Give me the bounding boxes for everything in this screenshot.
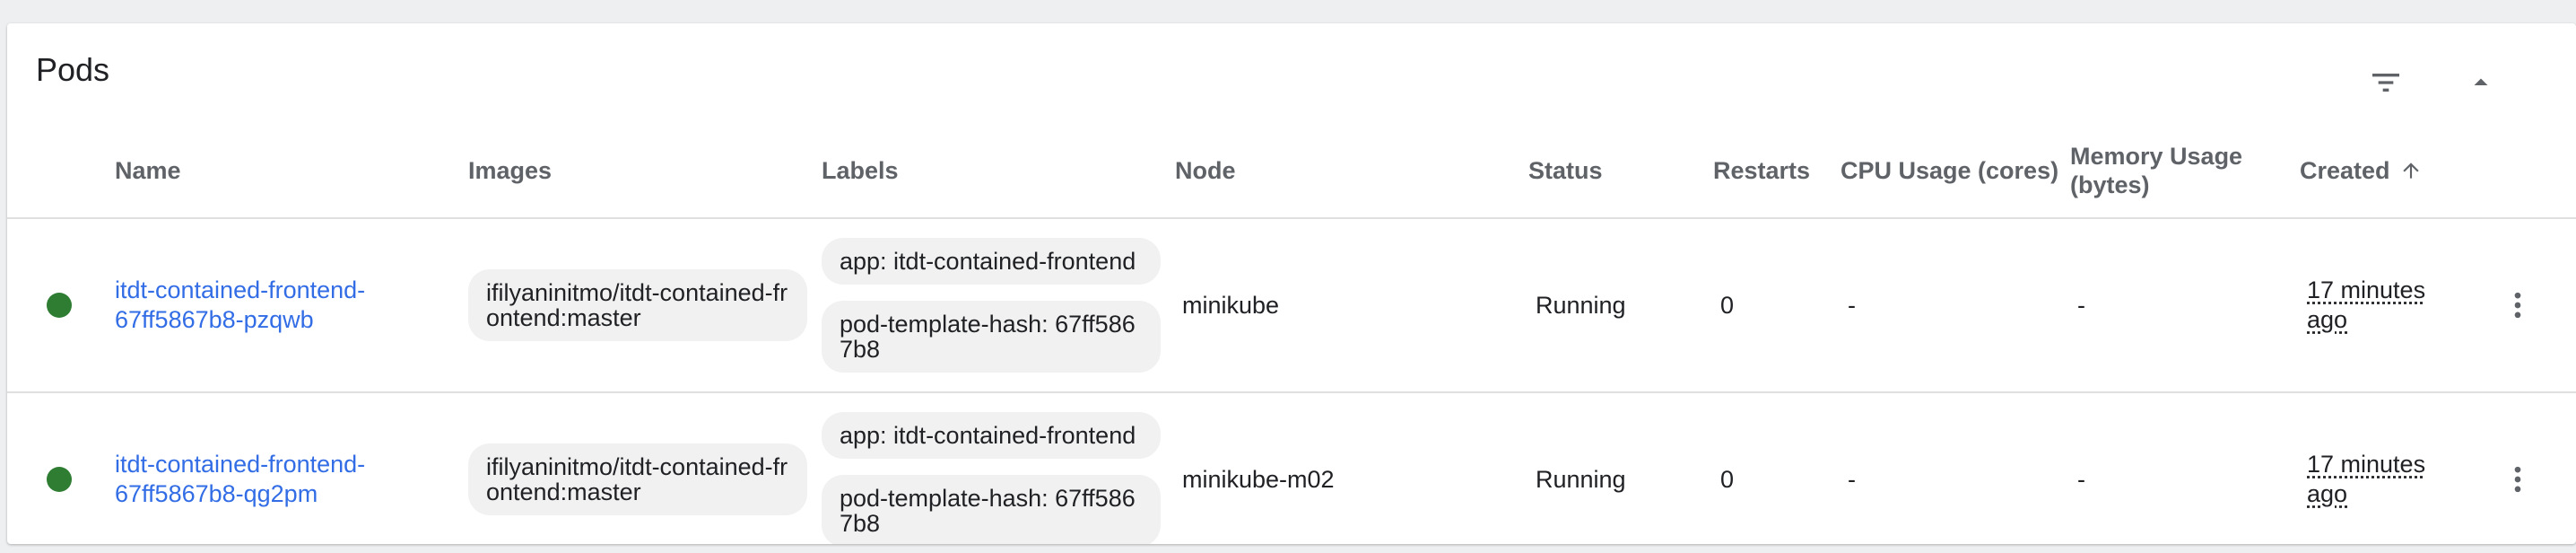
column-header-created[interactable]: Created	[2300, 122, 2423, 219]
column-header-cpu[interactable]: CPU Usage (cores)	[1841, 122, 2058, 219]
column-header-restarts[interactable]: Restarts	[1713, 122, 1810, 219]
status-cell	[47, 219, 72, 391]
column-header-created-label: Created	[2300, 157, 2390, 184]
labels-cell: app: itdt-contained-frontend pod-templat…	[822, 393, 1161, 544]
label-chip: pod-template-hash: 67ff5867b8	[822, 475, 1161, 544]
created-time: 17 minutes ago	[2307, 451, 2426, 507]
status-dot-icon	[47, 467, 72, 492]
filter-button[interactable]	[2359, 56, 2413, 110]
row-actions-button[interactable]	[2495, 452, 2540, 506]
column-header-memory[interactable]: Memory Usage (bytes)	[2070, 122, 2267, 219]
row-actions-button[interactable]	[2495, 278, 2540, 332]
column-header-name[interactable]: Name	[115, 122, 181, 219]
card-header: Pods	[7, 23, 2576, 122]
status-text: Running	[1536, 466, 1626, 493]
labels-cell: app: itdt-contained-frontend pod-templat…	[822, 219, 1161, 391]
cpu-cell: -	[1848, 466, 1856, 493]
status-cell	[47, 393, 72, 544]
images-cell: ifilyaninitmo/itdt-contained-frontend:ma…	[468, 219, 807, 391]
column-header-status[interactable]: Status	[1528, 122, 1603, 219]
pods-card: Pods Name Images Labels Node Status Rest…	[7, 23, 2576, 544]
caret-up-icon	[2474, 78, 2488, 85]
created-time: 17 minutes ago	[2307, 276, 2426, 333]
more-vert-icon	[2514, 292, 2521, 319]
row-menu-cell	[2495, 393, 2540, 544]
node-cell: minikube	[1182, 292, 1280, 319]
column-header-images[interactable]: Images	[468, 122, 552, 219]
memory-cell: -	[2077, 466, 2085, 493]
filter-icon	[2372, 74, 2399, 92]
restarts-cell: 0	[1720, 466, 1735, 493]
label-chip: pod-template-hash: 67ff5867b8	[822, 301, 1161, 373]
label-chip: app: itdt-contained-frontend	[822, 238, 1161, 285]
status-text: Running	[1536, 292, 1626, 319]
name-cell: itdt-contained-frontend-67ff5867b8-pzqwb	[115, 219, 420, 391]
status-dot-icon	[47, 293, 72, 318]
table-row[interactable]: itdt-contained-frontend-67ff5867b8-pzqwb…	[7, 219, 2576, 393]
arrow-up-icon	[2399, 159, 2423, 182]
cpu-cell: -	[1848, 292, 1856, 319]
row-menu-cell	[2495, 219, 2540, 391]
images-cell: ifilyaninitmo/itdt-contained-frontend:ma…	[468, 393, 807, 544]
restarts-cell: 0	[1720, 292, 1735, 319]
table-row[interactable]: itdt-contained-frontend-67ff5867b8-qg2pm…	[7, 393, 2576, 544]
name-cell: itdt-contained-frontend-67ff5867b8-qg2pm	[115, 393, 420, 544]
column-header-node[interactable]: Node	[1175, 122, 1236, 219]
collapse-button[interactable]	[2454, 56, 2508, 110]
more-vert-icon	[2514, 466, 2521, 493]
table-header: Name Images Labels Node Status Restarts …	[7, 122, 2576, 219]
node-cell: minikube-m02	[1182, 466, 1335, 493]
image-chip: ifilyaninitmo/itdt-contained-frontend:ma…	[468, 269, 807, 341]
pod-name-link[interactable]: itdt-contained-frontend-67ff5867b8-pzqwb	[115, 276, 420, 335]
card-title: Pods	[36, 51, 110, 88]
label-chip: app: itdt-contained-frontend	[822, 412, 1161, 459]
created-cell: 17 minutes ago	[2307, 219, 2450, 391]
image-chip: ifilyaninitmo/itdt-contained-frontend:ma…	[468, 443, 807, 515]
pod-name-link[interactable]: itdt-contained-frontend-67ff5867b8-qg2pm	[115, 450, 420, 509]
created-cell: 17 minutes ago	[2307, 393, 2450, 544]
memory-cell: -	[2077, 292, 2085, 319]
column-header-labels[interactable]: Labels	[822, 122, 899, 219]
